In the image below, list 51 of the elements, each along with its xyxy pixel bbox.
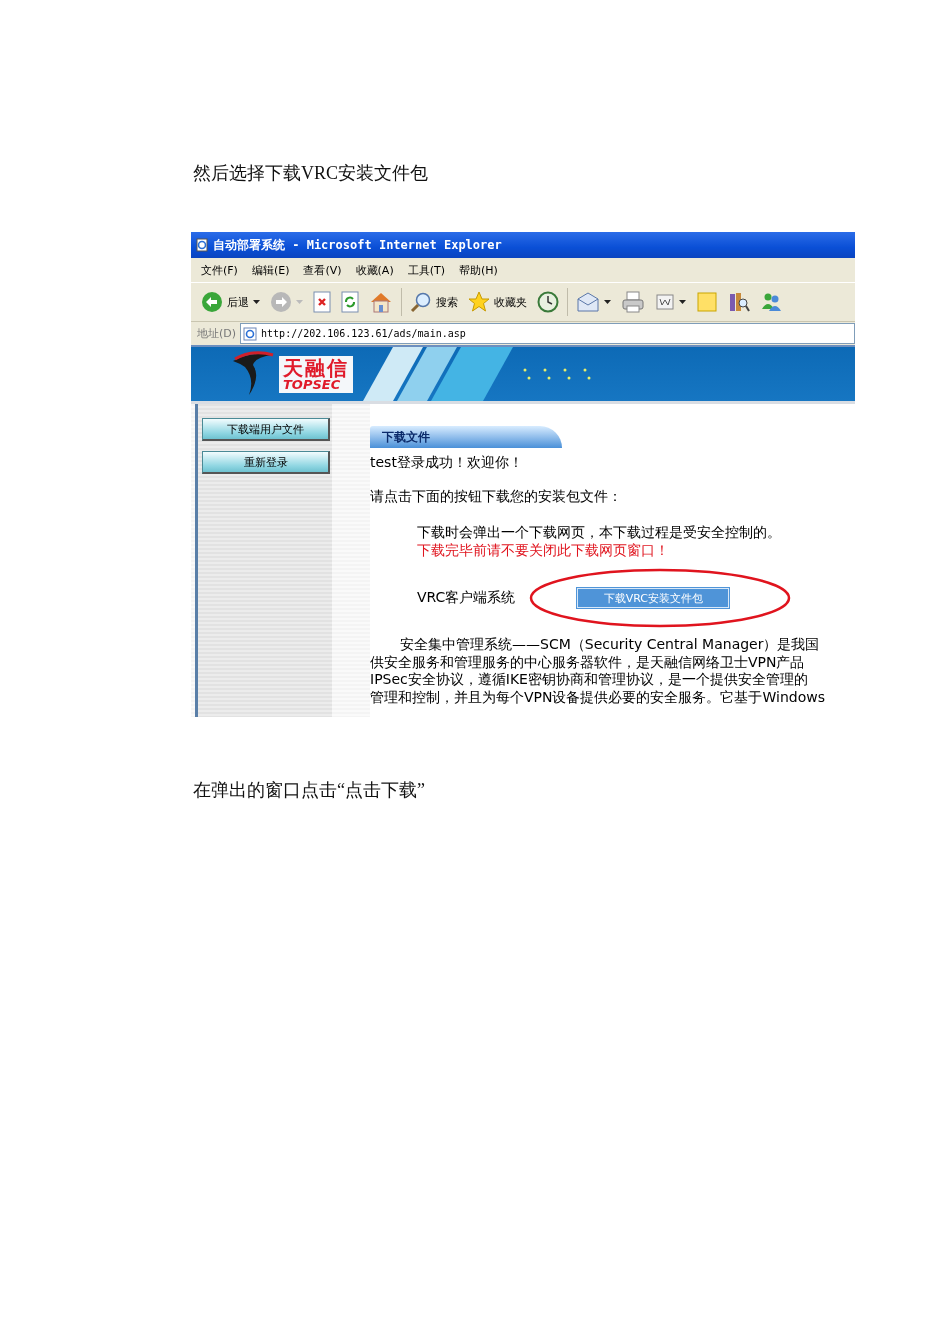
clock-icon <box>537 291 559 313</box>
note-text: 下载时会弹出一个下载网页，本下载过程是受安全控制的。 <box>417 524 782 542</box>
search-icon <box>410 291 432 313</box>
refresh-icon <box>341 291 359 313</box>
logo-text: 天融信 <box>283 357 349 378</box>
prompt-text: 请点击下面的按钮下载您的安装包文件： <box>370 488 623 506</box>
description-line: 管理和控制，并且为每个VPN设备提供必要的安全服务。它基于Windows <box>370 688 826 706</box>
instruction-text: 在弹出的窗口点击“点击下载” <box>193 779 425 802</box>
menu-item[interactable]: 收藏(A) <box>355 262 394 278</box>
address-field[interactable]: http://202.106.123.61/ads/main.asp <box>240 323 855 344</box>
people-icon <box>760 291 782 313</box>
address-label: 地址(D) <box>197 326 237 341</box>
books-icon <box>728 291 750 313</box>
back-button[interactable]: 后退 <box>199 289 262 315</box>
caret-icon <box>253 300 260 304</box>
warning-text: 下载完毕前请不要关闭此下载网页窗口！ <box>417 542 670 560</box>
welcome-text: test登录成功！欢迎你！ <box>370 454 524 472</box>
stop-icon <box>313 291 331 313</box>
note-icon <box>696 291 718 313</box>
logo-swoosh-icon <box>231 351 275 397</box>
instruction-text: 然后选择下载VRC安装文件包 <box>193 162 428 185</box>
client-label: VRC客户端系统 <box>417 589 516 607</box>
menu-item[interactable]: 查看(V) <box>303 262 342 278</box>
page-icon <box>195 238 209 252</box>
menu-item[interactable]: 文件(F) <box>201 262 238 278</box>
caret-icon <box>679 300 686 304</box>
search-button[interactable]: 搜索 <box>408 289 460 315</box>
house-icon <box>369 291 393 313</box>
description-line: IPSec安全协议，遵循IKE密钥协商和管理协议，是一个提供安全管理的 <box>370 671 809 689</box>
logo-subtext: TOPSEC <box>283 377 341 391</box>
print-button[interactable] <box>619 289 647 315</box>
menu-item[interactable]: 帮助(H) <box>459 262 498 278</box>
sidebar-button[interactable]: 重新登录 <box>202 451 330 474</box>
document-icon <box>655 292 675 312</box>
favorites-button[interactable]: 收藏夹 <box>466 289 529 315</box>
description-line: 供安全服务和管理服务的中心服务器软件，是天融信网络卫士VPN产品 <box>370 653 806 671</box>
caret-icon <box>296 300 303 304</box>
envelope-icon <box>576 291 600 313</box>
caret-icon <box>604 300 611 304</box>
window-title: 自动部署系统 - Microsoft Internet Explorer <box>213 236 502 254</box>
refresh-button[interactable] <box>339 289 361 315</box>
forward-button[interactable] <box>268 289 305 315</box>
menu-item[interactable]: 编辑(E) <box>251 262 290 278</box>
page-icon <box>243 326 258 341</box>
star-icon <box>468 291 490 313</box>
menu-item[interactable]: 工具(T) <box>407 262 445 278</box>
printer-icon <box>621 291 645 313</box>
sidebar-button[interactable]: 下载端用户文件 <box>202 418 330 441</box>
description-line: 安全集中管理系统——SCM（Security Central Manager）是我国 <box>399 636 821 654</box>
history-button[interactable] <box>535 289 561 315</box>
stop-button[interactable] <box>311 289 333 315</box>
